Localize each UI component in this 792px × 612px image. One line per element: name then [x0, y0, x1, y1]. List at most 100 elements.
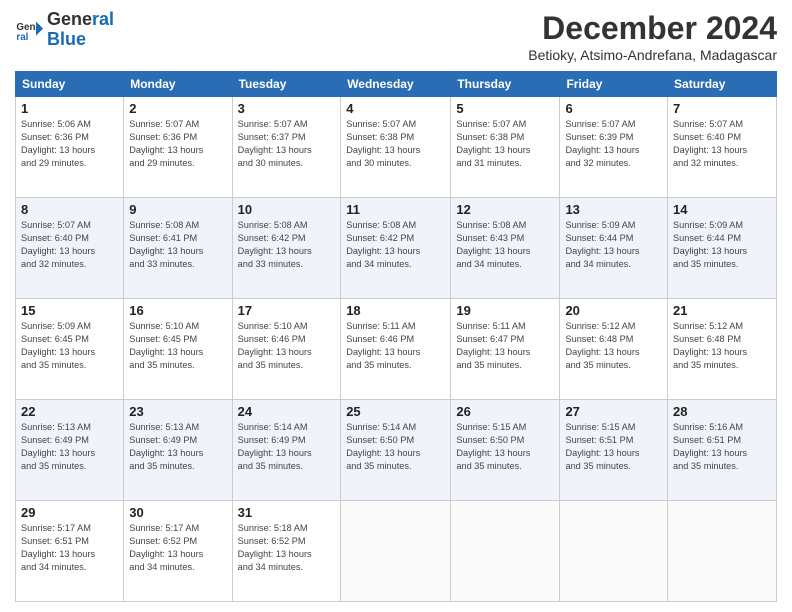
page: Gene ral General Blue December 2024 Beti…	[0, 0, 792, 612]
day-info: Sunrise: 5:16 AMSunset: 6:51 PMDaylight:…	[673, 421, 771, 473]
day-number: 31	[238, 505, 336, 520]
calendar-table: Sunday Monday Tuesday Wednesday Thursday…	[15, 71, 777, 602]
calendar-cell: 7Sunrise: 5:07 AMSunset: 6:40 PMDaylight…	[668, 97, 777, 198]
day-number: 16	[129, 303, 226, 318]
calendar-cell: 1Sunrise: 5:06 AMSunset: 6:36 PMDaylight…	[16, 97, 124, 198]
calendar-cell: 6Sunrise: 5:07 AMSunset: 6:39 PMDaylight…	[560, 97, 668, 198]
calendar-cell: 30 Sunrise: 5:17 AMSunset: 6:52 PMDayligh…	[124, 501, 232, 602]
calendar-cell: 12 Sunrise: 5:08 AMSunset: 6:43 PMDayligh…	[451, 198, 560, 299]
calendar-cell: 17Sunrise: 5:10 AMSunset: 6:46 PMDayligh…	[232, 299, 341, 400]
title-block: December 2024 Betioky, Atsimo-Andrefana,…	[528, 10, 777, 63]
day-number: 30	[129, 505, 226, 520]
day-info: Sunrise: 5:07 AMSunset: 6:39 PMDaylight:…	[565, 118, 662, 170]
svg-text:ral: ral	[16, 32, 28, 43]
day-number: 3	[238, 101, 336, 116]
calendar-week-2: 8Sunrise: 5:07 AMSunset: 6:40 PMDaylight…	[16, 198, 777, 299]
day-number: 17	[238, 303, 336, 318]
day-info: Sunrise: 5:15 AMSunset: 6:51 PMDaylight:…	[565, 421, 662, 473]
day-info: Sunrise: 5:08 AMSunset: 6:43 PMDaylight:…	[456, 219, 554, 271]
day-info: Sunrise: 5:09 AMSunset: 6:44 PMDaylight:…	[565, 219, 662, 271]
logo-icon: Gene ral	[15, 16, 43, 44]
calendar-cell: 4 Sunrise: 5:07 AMSunset: 6:38 PMDaylight…	[341, 97, 451, 198]
logo-text2: Blue	[47, 30, 114, 50]
day-info: Sunrise: 5:07 AMSunset: 6:40 PMDaylight:…	[673, 118, 771, 170]
day-info: Sunrise: 5:08 AMSunset: 6:41 PMDaylight:…	[129, 219, 226, 271]
calendar-cell: 10Sunrise: 5:08 AMSunset: 6:42 PMDayligh…	[232, 198, 341, 299]
col-saturday: Saturday	[668, 72, 777, 97]
day-number: 12	[456, 202, 554, 217]
calendar-cell: 28 Sunrise: 5:16 AMSunset: 6:51 PMDayligh…	[668, 400, 777, 501]
day-info: Sunrise: 5:09 AMSunset: 6:45 PMDaylight:…	[21, 320, 118, 372]
day-info: Sunrise: 5:07 AMSunset: 6:38 PMDaylight:…	[456, 118, 554, 170]
calendar-week-4: 22Sunrise: 5:13 AMSunset: 6:49 PMDayligh…	[16, 400, 777, 501]
day-info: Sunrise: 5:11 AMSunset: 6:46 PMDaylight:…	[346, 320, 445, 372]
calendar-cell: 18Sunrise: 5:11 AMSunset: 6:46 PMDayligh…	[341, 299, 451, 400]
calendar-cell: 26Sunrise: 5:15 AMSunset: 6:50 PMDayligh…	[451, 400, 560, 501]
day-number: 9	[129, 202, 226, 217]
calendar-cell: 25 Sunrise: 5:14 AMSunset: 6:50 PMDayligh…	[341, 400, 451, 501]
day-info: Sunrise: 5:18 AMSunset: 6:52 PMDaylight:…	[238, 522, 336, 574]
calendar-cell: 27 Sunrise: 5:15 AMSunset: 6:51 PMDayligh…	[560, 400, 668, 501]
calendar-cell: 19 Sunrise: 5:11 AMSunset: 6:47 PMDayligh…	[451, 299, 560, 400]
day-info: Sunrise: 5:17 AMSunset: 6:51 PMDaylight:…	[21, 522, 118, 574]
calendar-cell: 13 Sunrise: 5:09 AMSunset: 6:44 PMDayligh…	[560, 198, 668, 299]
calendar-cell	[668, 501, 777, 602]
day-info: Sunrise: 5:12 AMSunset: 6:48 PMDaylight:…	[565, 320, 662, 372]
col-tuesday: Tuesday	[232, 72, 341, 97]
day-number: 23	[129, 404, 226, 419]
day-info: Sunrise: 5:06 AMSunset: 6:36 PMDaylight:…	[21, 118, 118, 170]
calendar-cell: 9 Sunrise: 5:08 AMSunset: 6:41 PMDaylight…	[124, 198, 232, 299]
subtitle: Betioky, Atsimo-Andrefana, Madagascar	[528, 47, 777, 63]
col-thursday: Thursday	[451, 72, 560, 97]
day-info: Sunrise: 5:09 AMSunset: 6:44 PMDaylight:…	[673, 219, 771, 271]
day-info: Sunrise: 5:07 AMSunset: 6:40 PMDaylight:…	[21, 219, 118, 271]
logo: Gene ral General Blue	[15, 10, 114, 50]
day-number: 28	[673, 404, 771, 419]
day-number: 14	[673, 202, 771, 217]
day-number: 2	[129, 101, 226, 116]
day-info: Sunrise: 5:07 AMSunset: 6:38 PMDaylight:…	[346, 118, 445, 170]
calendar-cell: 31 Sunrise: 5:18 AMSunset: 6:52 PMDayligh…	[232, 501, 341, 602]
calendar-cell: 29Sunrise: 5:17 AMSunset: 6:51 PMDayligh…	[16, 501, 124, 602]
main-title: December 2024	[528, 10, 777, 47]
calendar-cell: 15 Sunrise: 5:09 AMSunset: 6:45 PMDayligh…	[16, 299, 124, 400]
calendar-cell	[451, 501, 560, 602]
day-number: 25	[346, 404, 445, 419]
col-friday: Friday	[560, 72, 668, 97]
col-monday: Monday	[124, 72, 232, 97]
day-info: Sunrise: 5:10 AMSunset: 6:45 PMDaylight:…	[129, 320, 226, 372]
day-info: Sunrise: 5:07 AMSunset: 6:36 PMDaylight:…	[129, 118, 226, 170]
calendar-cell: 21Sunrise: 5:12 AMSunset: 6:48 PMDayligh…	[668, 299, 777, 400]
day-info: Sunrise: 5:13 AMSunset: 6:49 PMDaylight:…	[129, 421, 226, 473]
logo-text: General	[47, 10, 114, 30]
day-number: 5	[456, 101, 554, 116]
calendar-cell: 8Sunrise: 5:07 AMSunset: 6:40 PMDaylight…	[16, 198, 124, 299]
day-number: 20	[565, 303, 662, 318]
day-info: Sunrise: 5:17 AMSunset: 6:52 PMDaylight:…	[129, 522, 226, 574]
day-info: Sunrise: 5:08 AMSunset: 6:42 PMDaylight:…	[238, 219, 336, 271]
header: Gene ral General Blue December 2024 Beti…	[15, 10, 777, 63]
day-info: Sunrise: 5:08 AMSunset: 6:42 PMDaylight:…	[346, 219, 445, 271]
day-number: 24	[238, 404, 336, 419]
day-info: Sunrise: 5:14 AMSunset: 6:50 PMDaylight:…	[346, 421, 445, 473]
calendar-cell: 20 Sunrise: 5:12 AMSunset: 6:48 PMDayligh…	[560, 299, 668, 400]
day-number: 19	[456, 303, 554, 318]
calendar-week-3: 15 Sunrise: 5:09 AMSunset: 6:45 PMDayligh…	[16, 299, 777, 400]
calendar-cell: 22Sunrise: 5:13 AMSunset: 6:49 PMDayligh…	[16, 400, 124, 501]
calendar-cell: 16 Sunrise: 5:10 AMSunset: 6:45 PMDayligh…	[124, 299, 232, 400]
calendar-week-5: 29Sunrise: 5:17 AMSunset: 6:51 PMDayligh…	[16, 501, 777, 602]
day-number: 13	[565, 202, 662, 217]
calendar-header-row: Sunday Monday Tuesday Wednesday Thursday…	[16, 72, 777, 97]
day-number: 15	[21, 303, 118, 318]
day-number: 26	[456, 404, 554, 419]
day-info: Sunrise: 5:07 AMSunset: 6:37 PMDaylight:…	[238, 118, 336, 170]
calendar-cell	[341, 501, 451, 602]
calendar-cell: 14 Sunrise: 5:09 AMSunset: 6:44 PMDayligh…	[668, 198, 777, 299]
day-number: 4	[346, 101, 445, 116]
calendar-cell: 3 Sunrise: 5:07 AMSunset: 6:37 PMDaylight…	[232, 97, 341, 198]
day-info: Sunrise: 5:12 AMSunset: 6:48 PMDaylight:…	[673, 320, 771, 372]
day-number: 27	[565, 404, 662, 419]
calendar-week-1: 1Sunrise: 5:06 AMSunset: 6:36 PMDaylight…	[16, 97, 777, 198]
calendar-cell	[560, 501, 668, 602]
day-info: Sunrise: 5:11 AMSunset: 6:47 PMDaylight:…	[456, 320, 554, 372]
